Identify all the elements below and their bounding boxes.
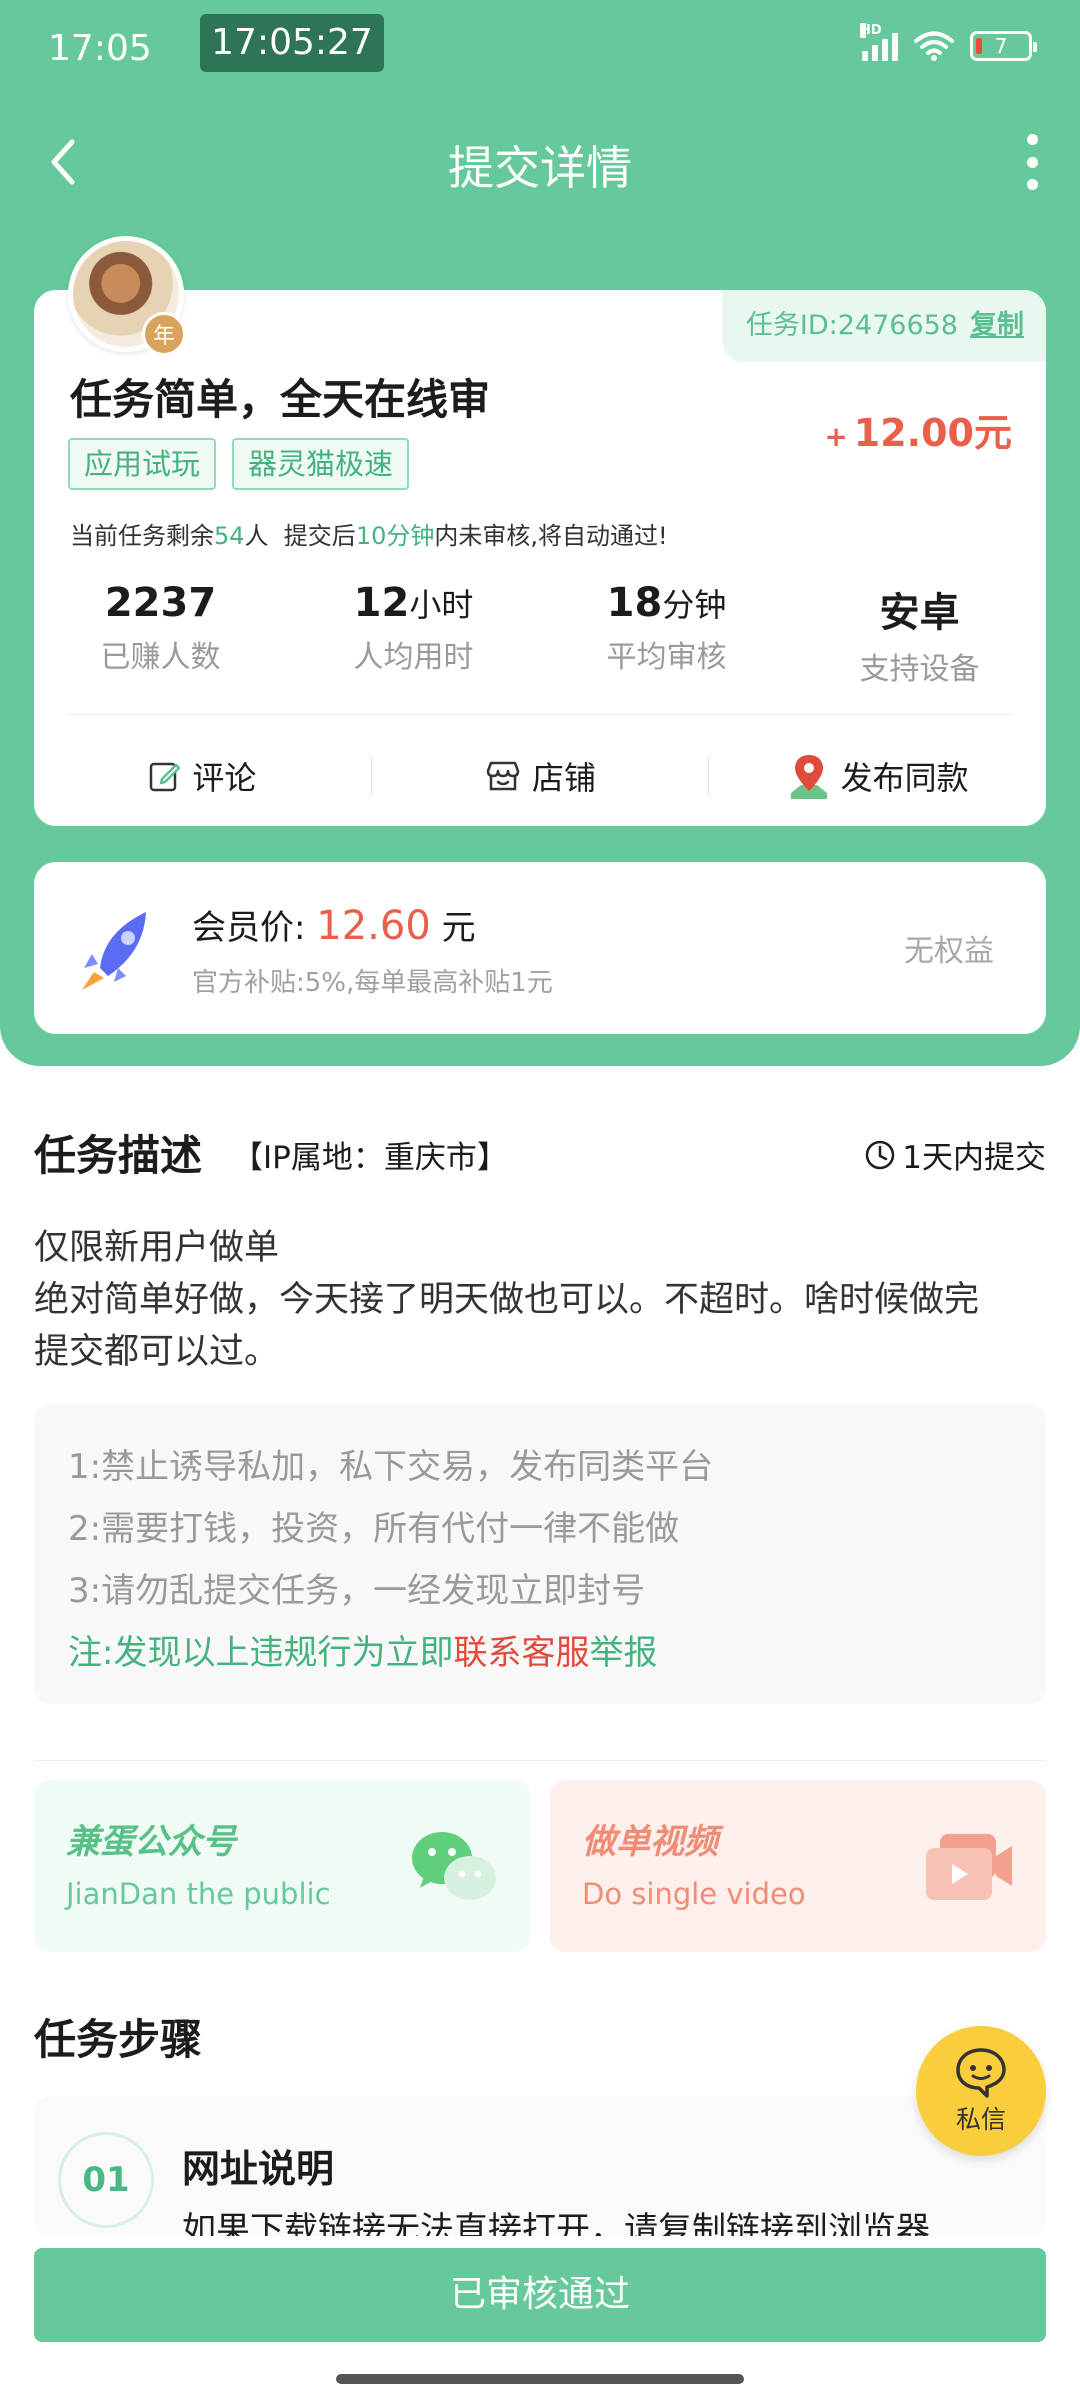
location-pin-icon xyxy=(790,755,827,799)
rule-note: 注:发现以上违规行为立即联系客服举报 xyxy=(68,1622,1012,1684)
description-text: 仅限新用户做单 绝对简单好做，今天接了明天做也可以。不超时。啥时候做完 提交都可… xyxy=(34,1222,1046,1378)
comment-label: 评论 xyxy=(192,759,257,797)
ip-location: 【IP属地：重庆市】 xyxy=(232,1140,508,1176)
stat-value: 18 xyxy=(606,580,663,626)
notice-suffix: 内未审核,将自动通过! xyxy=(434,522,668,550)
step-number: 01 xyxy=(58,2132,154,2228)
deadline: 1天内提交 xyxy=(864,1132,1046,1177)
more-menu-button[interactable] xyxy=(1020,134,1044,190)
stat-label: 人均用时 xyxy=(353,640,474,675)
task-id-tag: 任务ID:2476658 复制 xyxy=(721,290,1046,362)
clock-icon xyxy=(866,1140,895,1169)
copy-id-button[interactable]: 复制 xyxy=(970,290,1024,362)
stat-label: 平均审核 xyxy=(606,640,727,675)
rule-item: 2:需要打钱，投资，所有代付一律不能做 xyxy=(68,1509,680,1549)
task-id: 任务ID:2476658 xyxy=(745,310,958,341)
task-notice: 当前任务剩余54人 提交后10分钟内未审核,将自动通过! xyxy=(70,516,668,551)
stat-device: 安卓 支持设备 xyxy=(793,580,1046,688)
video-camera-icon xyxy=(926,1834,1012,1900)
battery-level: 7 xyxy=(994,34,1008,58)
deadline-text: 1天内提交 xyxy=(902,1140,1046,1176)
note-prefix: 注:发现以上违规行为立即 xyxy=(68,1633,454,1673)
steps-title: 任务步骤 xyxy=(34,2006,203,2071)
divider xyxy=(68,714,1012,715)
rocket-icon xyxy=(82,912,146,990)
step-title: 网址说明 xyxy=(182,2147,335,2191)
description-line: 仅限新用户做单 xyxy=(34,1228,280,1268)
screen-timer-chip: 17:05:27 xyxy=(200,14,384,72)
private-message-label: 私信 xyxy=(955,2105,1006,2134)
stat-value: 2237 xyxy=(104,580,217,626)
status-icons: HD 7 xyxy=(860,23,1037,62)
auto-pass-time: 10分钟 xyxy=(355,522,435,550)
stat-label: 已赚人数 xyxy=(100,640,221,675)
status-time: 17:05 xyxy=(48,28,152,69)
vip-subsidy: 官方补贴:5%,每单最高补贴1元 xyxy=(192,968,553,998)
edit-icon xyxy=(150,762,181,792)
contact-support-link[interactable]: 联系客服 xyxy=(453,1633,589,1673)
stat-avg-time: 12小时 人均用时 xyxy=(287,580,540,688)
reward-sign: + xyxy=(824,420,848,453)
comment-button[interactable]: 评论 xyxy=(34,753,371,799)
task-card: 任务ID:2476658 复制 任务简单，全天在线审 +12.00元 应用试玩 … xyxy=(34,290,1046,826)
chat-bubble-icon xyxy=(956,2048,1006,2098)
reward-amount: 12.00元 xyxy=(853,411,1012,455)
vip-card[interactable]: 会员价: 12.60 元 官方补贴:5%,每单最高补贴1元 无权益 xyxy=(34,862,1046,1034)
tag-platform: 器灵猫极速 xyxy=(232,438,410,490)
stat-earned-count: 2237 已赚人数 xyxy=(34,580,287,688)
notice-prefix: 当前任务剩余 xyxy=(70,522,214,550)
task-actions: 评论 店铺 发布同款 xyxy=(34,726,1046,826)
home-indicator[interactable] xyxy=(336,2374,744,2384)
wechat-public-card[interactable]: 兼蛋公众号 JianDan the public xyxy=(34,1780,530,1952)
shop-label: 店铺 xyxy=(532,759,597,797)
stat-avg-review: 18分钟 平均审核 xyxy=(540,580,793,688)
page-title: 提交详情 xyxy=(448,141,632,195)
publish-same-label: 发布同款 xyxy=(840,759,969,797)
stat-unit: 分钟 xyxy=(662,586,727,624)
private-message-button[interactable]: 私信 xyxy=(916,2026,1046,2156)
step-item: 01 网址说明 如果下载链接无法直接打开，请复制链接到浏览器 xyxy=(34,2096,1046,2236)
wechat-icon xyxy=(412,1832,496,1900)
vip-benefit-status: 无权益 xyxy=(904,934,994,969)
task-reward: +12.00元 xyxy=(824,402,1012,457)
remaining-count: 54 xyxy=(214,522,245,550)
shop-button[interactable]: 店铺 xyxy=(372,753,709,799)
shop-icon xyxy=(486,761,520,791)
signal-icon: HD xyxy=(860,23,898,61)
vip-price: 会员价: 12.60 元 xyxy=(192,900,476,949)
step-text: 如果下载链接无法直接打开，请复制链接到浏览器 xyxy=(182,2210,930,2236)
description-title: 任务描述 xyxy=(34,1122,203,1187)
wifi-icon xyxy=(914,31,954,61)
avatar-badge: 年 xyxy=(142,312,186,356)
battery-icon: 7 xyxy=(970,31,1037,61)
task-title: 任务简单，全天在线审 xyxy=(70,375,491,424)
note-suffix: 举报 xyxy=(589,1633,658,1673)
vip-label: 会员价: xyxy=(192,908,306,948)
stat-unit: 小时 xyxy=(409,586,474,624)
divider xyxy=(34,1760,1046,1761)
task-tags: 应用试玩 器灵猫极速 xyxy=(68,438,410,490)
task-stats: 2237 已赚人数 12小时 人均用时 18分钟 平均审核 安卓 支持设备 xyxy=(34,580,1046,688)
stat-value: 安卓 xyxy=(879,590,960,636)
vip-price-unit: 元 xyxy=(441,908,476,948)
notice-mid: 人 提交后 xyxy=(244,522,356,550)
stat-value: 12 xyxy=(353,580,410,626)
rule-item: 1:禁止诱导私加，私下交易，发布同类平台 xyxy=(68,1447,714,1487)
rule-item: 3:请勿乱提交任务，一经发现立即封号 xyxy=(68,1571,646,1611)
vip-price-value: 12.60 xyxy=(316,903,431,949)
stat-label: 支持设备 xyxy=(859,652,980,687)
network-type: HD xyxy=(860,23,882,38)
rules-box: 1:禁止诱导私加，私下交易，发布同类平台 2:需要打钱，投资，所有代付一律不能做… xyxy=(34,1404,1046,1704)
tutorial-video-card[interactable]: 做单视频 Do single video xyxy=(550,1780,1046,1952)
publish-same-button[interactable]: 发布同款 xyxy=(709,751,1046,801)
tag-app-trial: 应用试玩 xyxy=(68,438,217,490)
description-line: 提交都可以过。 xyxy=(34,1332,280,1372)
approved-status-button[interactable]: 已审核通过 xyxy=(34,2248,1046,2342)
description-line: 绝对简单好做，今天接了明天做也可以。不超时。啥时候做完 xyxy=(34,1280,980,1320)
